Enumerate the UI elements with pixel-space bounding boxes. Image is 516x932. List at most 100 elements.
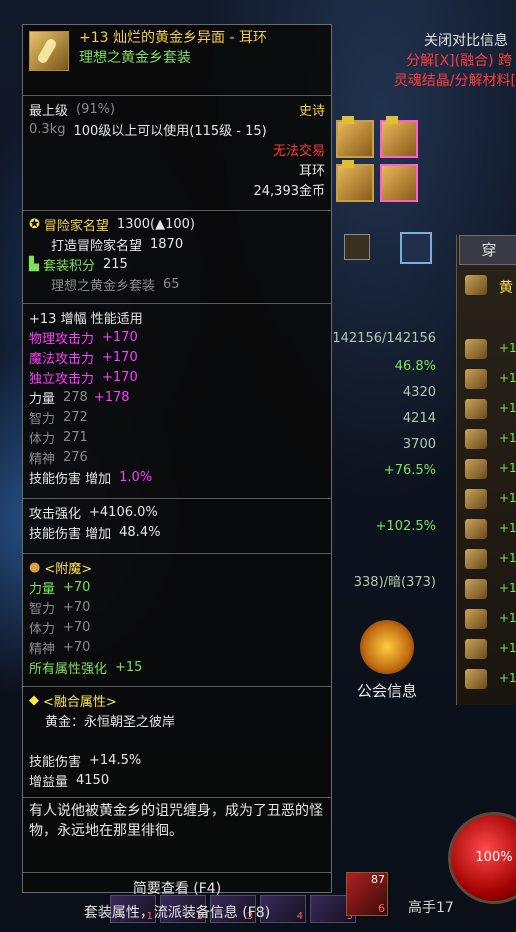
compare-panel: 关闭对比信息 分解[X](融合) 跨 灵魂结晶/分解材料[ bbox=[336, 24, 516, 264]
side-value: +1 bbox=[499, 341, 516, 355]
enchant-label: 体力 bbox=[29, 621, 56, 637]
enchant-orb-icon: ● bbox=[29, 559, 41, 575]
craft-fame-label: 打造冒险家名望 bbox=[51, 238, 143, 254]
tooltip-footer: 简要查看 (F4) 套装属性，流派装备信息 (F8) bbox=[23, 873, 331, 932]
trade-restriction: 无法交易 bbox=[272, 143, 325, 159]
side-icon-1 bbox=[465, 339, 487, 359]
item-weight: 0.3kg bbox=[29, 121, 66, 137]
player-level: 高手17 bbox=[408, 900, 454, 916]
side-value: +1 bbox=[499, 551, 516, 565]
set-points-value: 215 bbox=[103, 256, 128, 272]
set-name: 理想之黄金乡套装 bbox=[51, 278, 156, 294]
stat-value: +170 bbox=[102, 329, 138, 345]
brief-view-button[interactable]: 简要查看 (F4) bbox=[29, 877, 325, 901]
level-requirement: 100级以上可以使用(115级 - 15) bbox=[73, 123, 267, 139]
side-value: +1 bbox=[499, 611, 516, 625]
stat-label: 物理攻击力 bbox=[29, 331, 95, 347]
fame-icon: ✪ bbox=[29, 216, 40, 232]
flavor-text: 有人说他被黄金乡的诅咒缠身，成为了丑恶的怪物，永远地在那里徘徊。 bbox=[29, 803, 323, 839]
tooltip-fame: ✪ 冒险家名望 1300(▲100) 打造冒险家名望 1870 ▙ 套装积分 215 理想… bbox=[23, 211, 331, 304]
enchant-value: +70 bbox=[63, 579, 91, 595]
item-tooltip: +13 灿烂的黄金乡异面 - 耳环 理想之黄金乡套装 最上级 (91%) 史诗 0.… bbox=[22, 24, 332, 921]
earring-icon bbox=[29, 31, 69, 71]
side-icon-2 bbox=[465, 369, 487, 389]
side-value: +1 bbox=[499, 641, 516, 655]
mid-stat-2: 4214 bbox=[402, 411, 436, 426]
mid-stat-rate: 46.8% bbox=[394, 359, 436, 374]
craft-fame-value: 1870 bbox=[150, 236, 184, 252]
side-stat-list: 穿 黄 +1 +1 +1 +1 +1 +1 +1 +1 +1 +1 +1 +1 bbox=[456, 235, 516, 705]
item-count: 87 bbox=[371, 873, 385, 886]
stat-label: 魔法攻击力 bbox=[29, 351, 95, 367]
side-value: +1 bbox=[499, 371, 516, 385]
tooltip-header: +13 灿烂的黄金乡异面 - 耳环 理想之黄金乡套装 bbox=[23, 25, 331, 96]
stat-value: +170 bbox=[102, 369, 138, 385]
fusion-title: <融合属性> bbox=[43, 694, 117, 710]
stat-value: +170 bbox=[102, 349, 138, 365]
side-value: +1 bbox=[499, 431, 516, 445]
soul-crystal-label: 灵魂结晶/分解材料[ bbox=[393, 73, 516, 89]
equip-slot-1[interactable] bbox=[336, 116, 374, 158]
equip-slot-2[interactable] bbox=[380, 116, 418, 158]
item-set-name: 理想之黄金乡套装 bbox=[79, 50, 191, 66]
stat-label: 体力 bbox=[29, 431, 56, 447]
grade-percent: (91%) bbox=[76, 101, 116, 117]
side-icon-8 bbox=[465, 549, 487, 569]
tooltip-basic: 最上级 (91%) 史诗 0.3kg 100级以上可以使用(115级 - 15) 无法… bbox=[23, 96, 331, 211]
item-rarity: 史诗 bbox=[298, 103, 325, 119]
side-icon-7 bbox=[465, 519, 487, 539]
stat-label: 独立攻击力 bbox=[29, 371, 95, 387]
fusion-value: +14.5% bbox=[89, 752, 142, 768]
stat-label: 智力 bbox=[29, 411, 56, 427]
side-icon-12 bbox=[465, 669, 487, 689]
side-icon-6 bbox=[465, 489, 487, 509]
decompose-fusion-label: 分解[X](融合) 跨 bbox=[406, 53, 512, 69]
consumable-slot[interactable]: 87 6 bbox=[346, 872, 388, 916]
hp-percent: 100% bbox=[475, 850, 513, 865]
fusion-diamond-icon: ◆ bbox=[29, 692, 39, 708]
set-attributes-button[interactable]: 套装属性，流派装备信息 (F8) bbox=[29, 901, 325, 925]
stat-bonus: +178 bbox=[93, 389, 130, 405]
mid-stat-dark: 338)/暗(373) bbox=[353, 575, 436, 590]
stat-label: 精神 bbox=[29, 451, 56, 467]
stat-value: 272 bbox=[63, 409, 88, 425]
toggle-icon[interactable] bbox=[400, 232, 432, 264]
guild-info-button[interactable]: 公会信息 bbox=[345, 620, 429, 701]
side-icon-5 bbox=[465, 459, 487, 479]
side-icon-4 bbox=[465, 429, 487, 449]
enchant-label: 力量 bbox=[29, 581, 56, 597]
mid-stat-4: +76.5% bbox=[383, 463, 436, 478]
fusion-label: 技能伤害 bbox=[29, 754, 82, 770]
stat-value: 276 bbox=[63, 449, 88, 465]
tooltip-fusion: ◆ <融合属性> 黄金：永恒朝圣之彼岸 技能伤害 +14.5% 增益量 4150 bbox=[23, 687, 331, 798]
box-icon[interactable] bbox=[344, 234, 370, 260]
item-name: +13 灿烂的黄金乡异面 - 耳环 bbox=[79, 30, 267, 46]
stat-value: 278 bbox=[63, 389, 88, 405]
enchant-label: 所有属性强化 bbox=[29, 661, 108, 677]
set-name-value: 65 bbox=[163, 276, 180, 292]
mid-stat-1: 4320 bbox=[402, 385, 436, 400]
side-set-icon bbox=[465, 275, 487, 295]
mid-stat-5: +102.5% bbox=[375, 519, 436, 534]
enchant-label: 精神 bbox=[29, 641, 56, 657]
side-icon-11 bbox=[465, 639, 487, 659]
stat-label: 力量 bbox=[29, 391, 56, 407]
guild-emblem-icon bbox=[360, 620, 414, 674]
close-compare-button[interactable]: 关闭对比信息 bbox=[424, 30, 508, 50]
enchant-value: +70 bbox=[63, 599, 91, 615]
fusion-value: 4150 bbox=[76, 772, 110, 788]
side-tab[interactable]: 穿 bbox=[459, 235, 516, 265]
amp-label: +13 增幅 性能适用 bbox=[29, 311, 143, 327]
item-grade: 最上级 bbox=[29, 103, 69, 119]
side-value: +1 bbox=[499, 401, 516, 415]
equip-slot-3[interactable] bbox=[336, 160, 374, 202]
enchant-label: 智力 bbox=[29, 601, 56, 617]
equip-slot-4[interactable] bbox=[380, 164, 418, 202]
mid-stat-hp: 142156/142156 bbox=[332, 331, 436, 346]
side-icon-9 bbox=[465, 579, 487, 599]
tooltip-stats: +13 增幅 性能适用 物理攻击力 +170 魔法攻击力 +170 独立攻击力 +17… bbox=[23, 304, 331, 499]
enchant-title: <附魔> bbox=[44, 561, 93, 577]
enh-label: 攻击强化 bbox=[29, 506, 82, 522]
side-value: +1 bbox=[499, 521, 516, 535]
enh-value: +4106.0% bbox=[89, 504, 158, 520]
